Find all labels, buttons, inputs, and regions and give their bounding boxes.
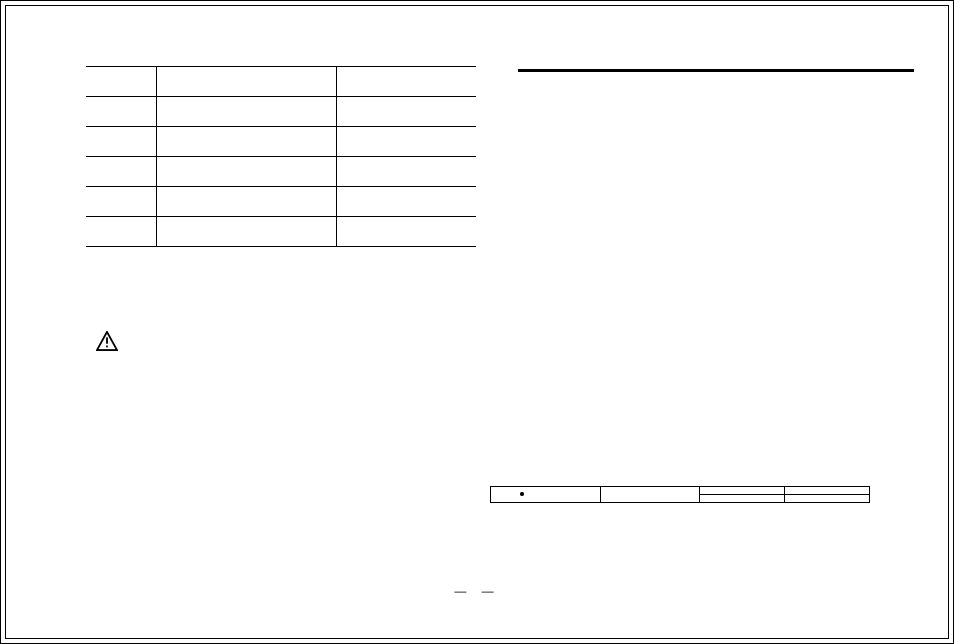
cell	[86, 157, 156, 187]
cell	[156, 157, 336, 187]
cell	[156, 217, 336, 247]
cell	[785, 487, 870, 495]
warning-triangle-icon	[96, 331, 118, 351]
cell	[491, 487, 601, 503]
cell	[600, 487, 700, 503]
table-row	[86, 217, 476, 247]
cell	[86, 97, 156, 127]
cell	[156, 97, 336, 127]
table-row	[491, 487, 870, 495]
section-divider	[518, 69, 914, 72]
cell	[86, 217, 156, 247]
cell	[336, 127, 476, 157]
page-frame: — —	[5, 5, 949, 639]
table-row	[86, 187, 476, 217]
cell	[156, 187, 336, 217]
bullet-icon	[520, 492, 524, 496]
left-table	[86, 66, 476, 247]
table-row	[86, 127, 476, 157]
cell	[86, 187, 156, 217]
cell	[336, 97, 476, 127]
cell	[336, 217, 476, 247]
small-table	[490, 486, 870, 503]
cell	[785, 495, 870, 503]
cell	[336, 187, 476, 217]
cell	[86, 67, 156, 97]
table-row	[86, 157, 476, 187]
cell	[336, 67, 476, 97]
cell	[156, 67, 336, 97]
table-row	[86, 97, 476, 127]
cell	[700, 495, 785, 503]
cell	[156, 127, 336, 157]
cell	[336, 157, 476, 187]
page-number-marker: — —	[6, 584, 948, 598]
cell	[700, 487, 785, 495]
table-row	[86, 67, 476, 97]
cell	[86, 127, 156, 157]
